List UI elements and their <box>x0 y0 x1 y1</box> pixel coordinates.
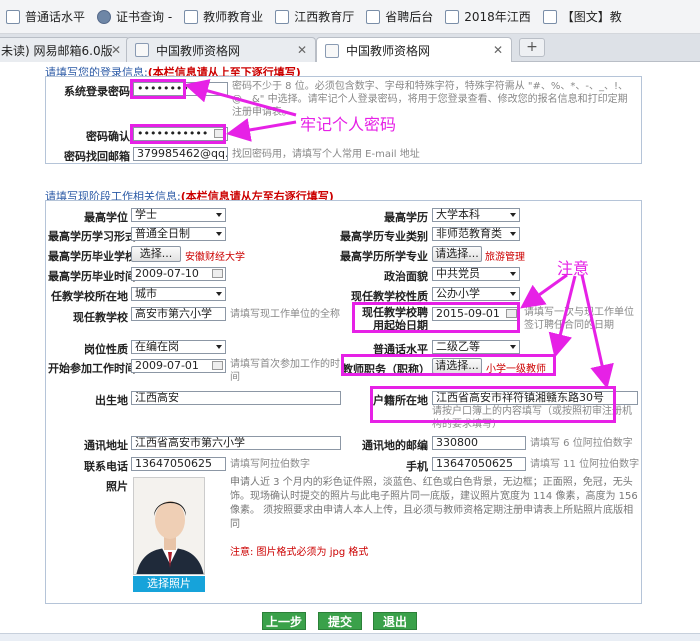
arrow-to-title <box>548 275 577 358</box>
arrow-to-hukou <box>580 274 614 389</box>
arrow-to-confirm <box>226 118 297 142</box>
arrow-to-hire-date <box>520 273 568 309</box>
annotation-arrows <box>184 79 614 389</box>
arrow-to-password <box>184 79 297 117</box>
